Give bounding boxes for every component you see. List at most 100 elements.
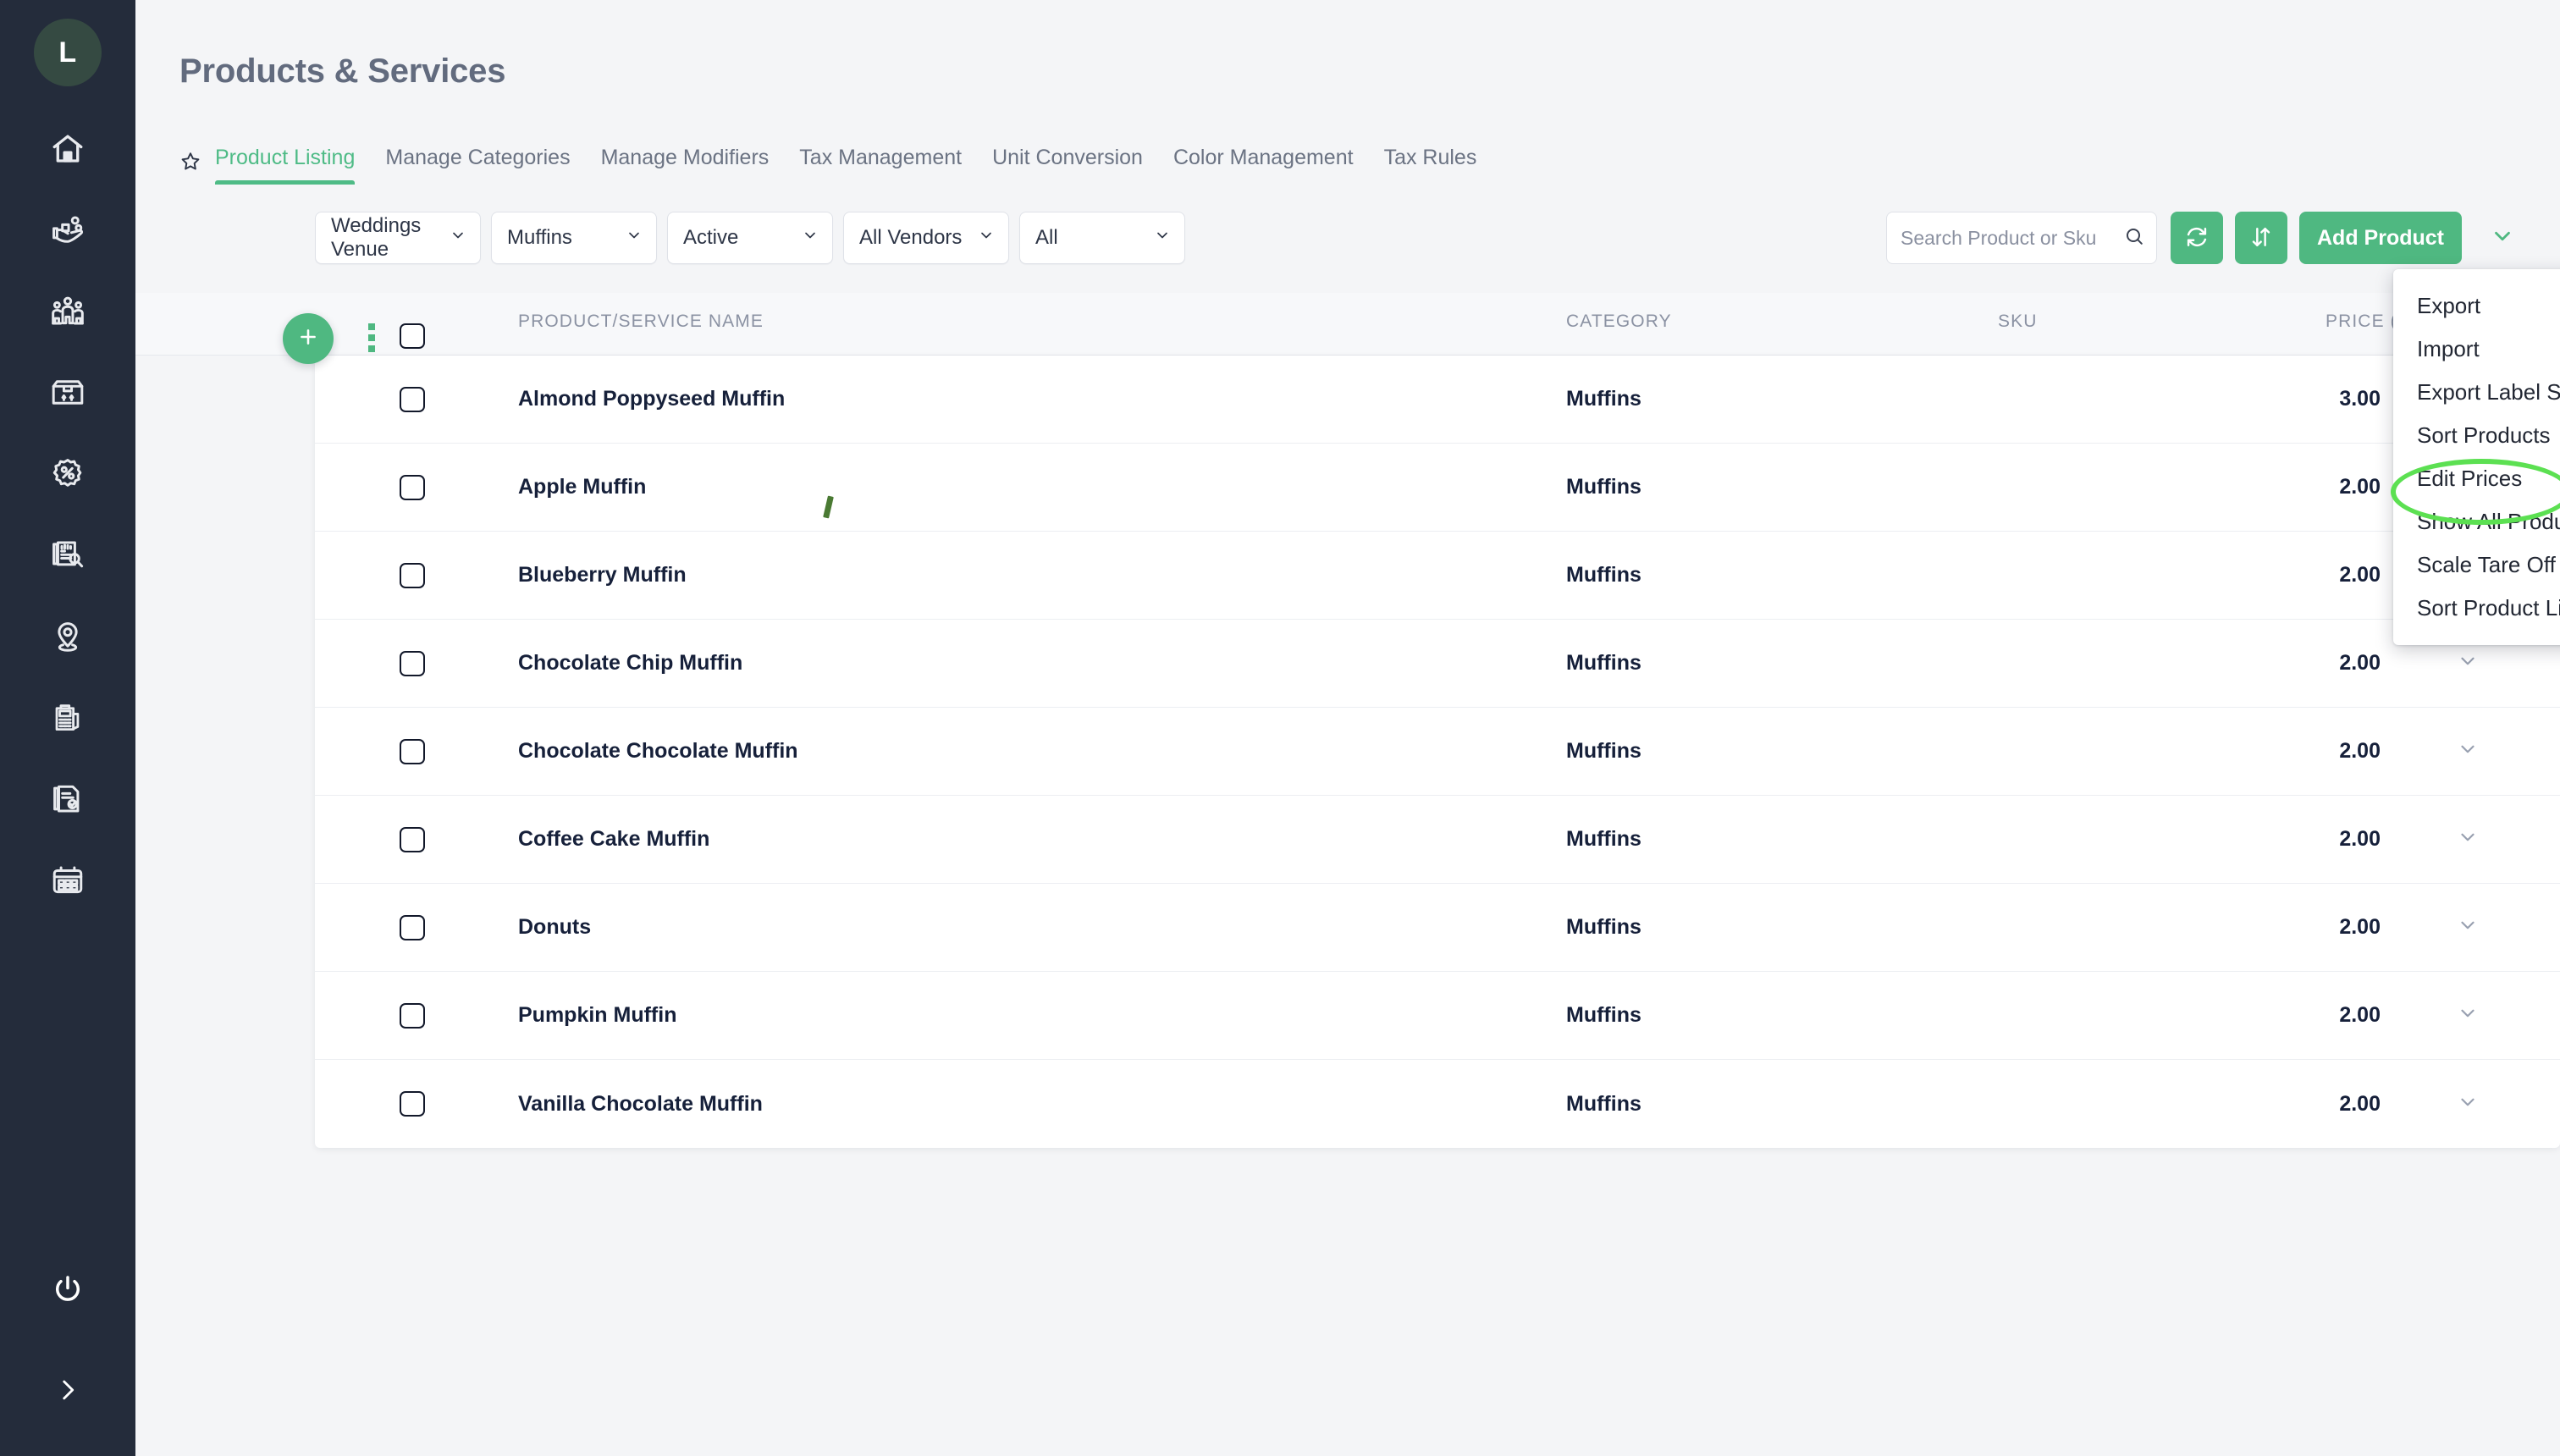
sidebar-item-locations[interactable] [0, 596, 135, 677]
menu-item-sort-products[interactable]: Sort Products [2393, 414, 2560, 457]
table-row[interactable]: Blueberry Muffin Muffins 2.00 [315, 532, 2560, 620]
table-row[interactable]: Chocolate Chocolate Muffin Muffins 2.00 [315, 708, 2560, 796]
row-expand-icon[interactable] [2457, 738, 2479, 764]
product-price: 2.00 [2339, 651, 2381, 675]
status-filter[interactable]: Active [667, 212, 833, 264]
sort-button[interactable] [2235, 212, 2287, 264]
sidebar-expand-button[interactable] [0, 1349, 135, 1431]
column-header-category[interactable]: CATEGORY [1566, 312, 1672, 332]
sidebar-item-calendar[interactable] [0, 840, 135, 921]
tab-product-listing[interactable]: Product Listing [215, 146, 370, 185]
product-category: Muffins [1566, 475, 1641, 499]
row-checkbox[interactable] [400, 1091, 425, 1117]
page-title: Products & Services [179, 52, 506, 90]
table-row[interactable]: Chocolate Chip Muffin Muffins 2.00 [315, 620, 2560, 708]
row-checkbox[interactable] [400, 738, 425, 764]
column-header-sku[interactable]: SKU [1998, 312, 2037, 332]
sidebar-item-reports[interactable] [0, 515, 135, 596]
chevron-down-icon [2490, 223, 2515, 253]
kebab-dot [368, 334, 375, 341]
row-expand-icon[interactable] [2457, 914, 2479, 940]
add-product-dropdown-toggle[interactable] [2479, 212, 2526, 264]
avatar[interactable]: L [34, 19, 102, 86]
sort-arrows-icon [2249, 225, 2273, 251]
row-checkbox[interactable] [400, 1002, 425, 1029]
tab-tax-management[interactable]: Tax Management [784, 146, 977, 185]
search-box[interactable] [1886, 212, 2157, 264]
table-row[interactable]: Donuts Muffins 2.00 [315, 884, 2560, 972]
sidebar-item-sales[interactable] [0, 190, 135, 271]
tab-unit-conversion[interactable]: Unit Conversion [977, 146, 1158, 185]
tab-color-management[interactable]: Color Management [1158, 146, 1369, 185]
search-input[interactable] [1901, 226, 2124, 250]
select-all-checkbox[interactable] [400, 323, 425, 349]
product-price: 2.00 [2339, 1003, 2381, 1027]
sidebar-item-documents[interactable] [0, 758, 135, 840]
chevron-down-icon [450, 226, 466, 250]
category-filter[interactable]: Muffins [491, 212, 657, 264]
row-checkbox[interactable] [400, 914, 425, 940]
menu-item-export[interactable]: Export [2393, 284, 2560, 328]
row-checkbox[interactable] [400, 650, 425, 676]
product-name: Chocolate Chip Muffin [518, 651, 743, 675]
vendor-filter-value: All Vendors [859, 226, 963, 249]
product-name: Blueberry Muffin [518, 563, 687, 587]
search-icon[interactable] [2124, 226, 2144, 251]
chevron-right-icon [53, 1376, 82, 1404]
menu-item-scale-tare-off[interactable]: Scale Tare Off [2393, 543, 2560, 587]
row-checkbox[interactable] [400, 826, 425, 852]
add-row-button[interactable] [283, 313, 334, 364]
vendor-filter[interactable]: All Vendors [843, 212, 1009, 264]
table-row[interactable]: Vanilla Chocolate Muffin Muffins 2.00 [315, 1060, 2560, 1148]
table-row[interactable]: Apple Muffin Muffins 2.00 [315, 444, 2560, 532]
menu-item-export-label-sheet[interactable]: Export Label Sheet [2393, 371, 2560, 414]
row-checkbox[interactable] [400, 386, 425, 412]
table-row[interactable]: Coffee Cake Muffin Muffins 2.00 [315, 796, 2560, 884]
row-expand-icon[interactable] [2457, 826, 2479, 852]
card-terminal-icon [50, 700, 86, 736]
menu-item-edit-prices[interactable]: Edit Prices [2393, 457, 2560, 500]
venue-filter[interactable]: Weddings Venue [315, 212, 481, 264]
product-category: Muffins [1566, 915, 1641, 939]
kebab-dot [368, 345, 375, 352]
product-category: Muffins [1566, 739, 1641, 763]
menu-item-sort-product-list[interactable]: Sort Product List [2393, 587, 2560, 630]
type-filter[interactable]: All [1019, 212, 1185, 264]
row-expand-icon[interactable] [2457, 1002, 2479, 1029]
column-header-price[interactable]: PRICE ( [2326, 312, 2397, 332]
sidebar-item-home[interactable] [0, 108, 135, 190]
column-header-name[interactable]: PRODUCT/SERVICE NAME [518, 312, 764, 332]
table-header: PRODUCT/SERVICE NAME CATEGORY SKU PRICE … [135, 293, 2560, 356]
tab-tax-rules[interactable]: Tax Rules [1369, 146, 1492, 185]
kebab-menu-icon[interactable] [368, 323, 375, 352]
sidebar-item-logout[interactable] [0, 1249, 135, 1331]
product-name: Vanilla Chocolate Muffin [518, 1091, 763, 1116]
category-filter-value: Muffins [507, 226, 572, 249]
row-checkbox[interactable] [400, 562, 425, 588]
product-name: Almond Poppyseed Muffin [518, 387, 786, 411]
sidebar: L [0, 0, 135, 1456]
chevron-down-icon [978, 226, 995, 250]
tab-manage-modifiers[interactable]: Manage Modifiers [586, 146, 785, 185]
product-category: Muffins [1566, 1091, 1641, 1116]
refresh-button[interactable] [2171, 212, 2223, 264]
add-product-button[interactable]: Add Product [2299, 212, 2462, 264]
row-expand-icon[interactable] [2457, 650, 2479, 676]
sidebar-item-terminal[interactable] [0, 677, 135, 758]
table-row[interactable]: Pumpkin Muffin Muffins 2.00 [315, 972, 2560, 1060]
discount-percent-icon [50, 456, 86, 492]
sidebar-item-inventory[interactable] [0, 352, 135, 433]
chevron-down-icon [626, 226, 643, 250]
star-icon[interactable] [179, 151, 201, 177]
tab-manage-categories[interactable]: Manage Categories [370, 146, 585, 185]
location-pin-icon [50, 619, 86, 654]
product-price: 2.00 [2339, 563, 2381, 587]
table-row[interactable]: Almond Poppyseed Muffin Muffins 3.00 [315, 356, 2560, 444]
menu-item-import[interactable]: Import [2393, 328, 2560, 371]
menu-item-show-all-products[interactable]: Show All Products [2393, 500, 2560, 543]
sidebar-item-customers[interactable] [0, 271, 135, 352]
row-checkbox[interactable] [400, 474, 425, 500]
filter-bar: Weddings Venue Muffins Active All Vendor… [135, 212, 2560, 273]
sidebar-item-discounts[interactable] [0, 433, 135, 515]
row-expand-icon[interactable] [2457, 1091, 2479, 1117]
